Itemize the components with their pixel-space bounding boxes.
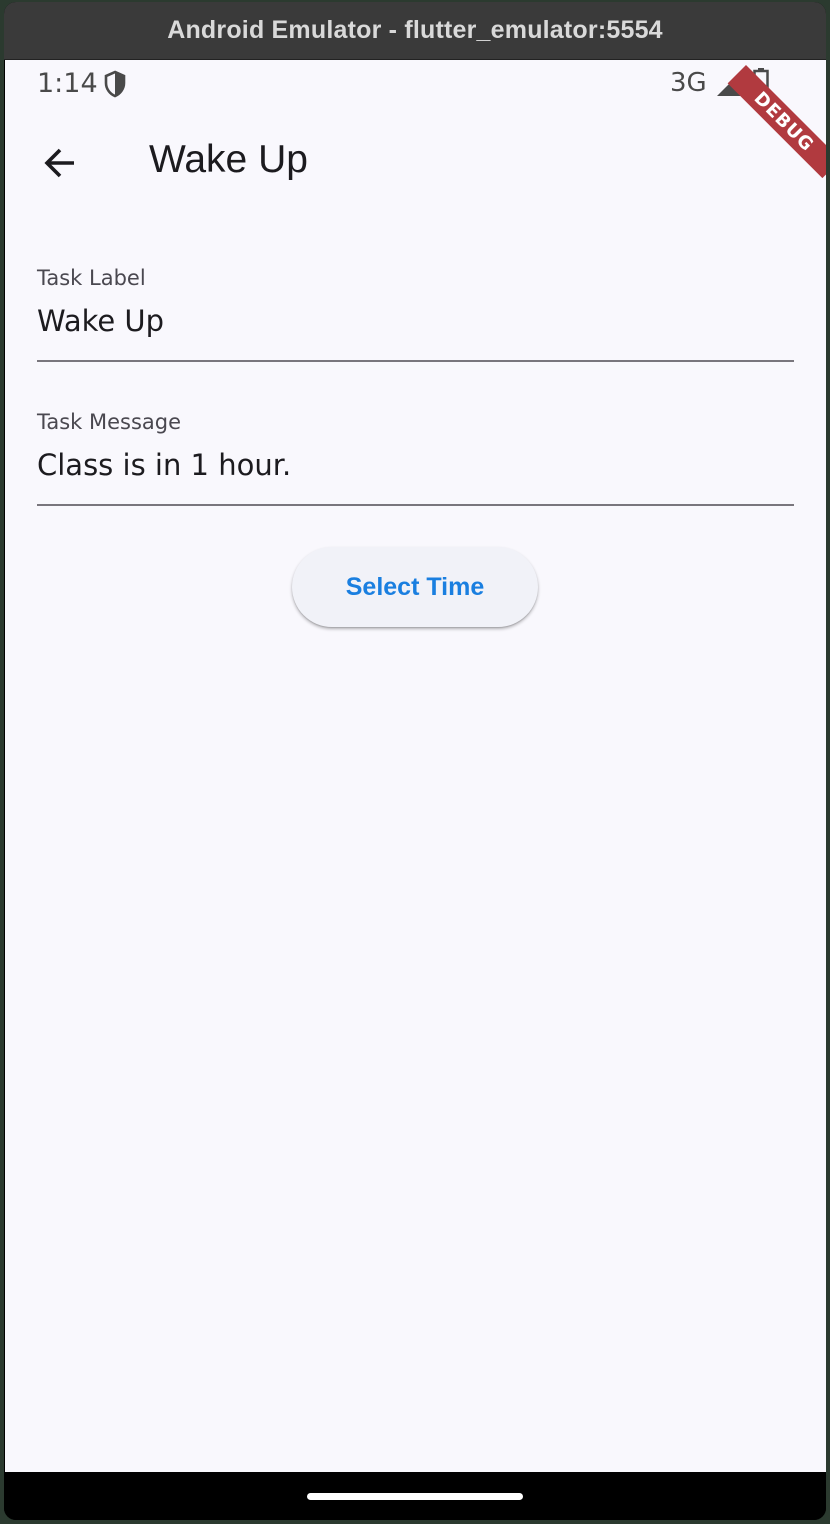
app-bar: Wake Up: [5, 106, 826, 218]
task-label-underline: [37, 360, 794, 362]
task-message-underline: [37, 504, 794, 506]
status-time: 1:14: [37, 68, 98, 99]
task-label-input[interactable]: Wake Up: [37, 304, 794, 338]
task-label-field-label: Task Label: [37, 266, 146, 290]
system-navigation-bar: [4, 1472, 826, 1520]
page-title: Wake Up: [149, 138, 308, 181]
status-bar: 1:14 3G DEBUG: [5, 60, 826, 179]
device-screen: 1:14 3G DEBUG Wake Up Task Label Wake Up…: [5, 60, 826, 1472]
arrow-back-icon: [44, 148, 74, 178]
task-message-input[interactable]: Class is in 1 hour.: [37, 448, 794, 482]
task-message-field-label: Task Message: [37, 410, 182, 434]
window-title: Android Emulator - flutter_emulator:5554: [167, 16, 663, 44]
task-label-field[interactable]: Task Label Wake Up: [37, 256, 794, 366]
select-time-button[interactable]: Select Time: [292, 547, 538, 627]
emulator-window: Android Emulator - flutter_emulator:5554…: [4, 2, 826, 1520]
task-message-field[interactable]: Task Message Class is in 1 hour.: [37, 400, 794, 510]
window-titlebar[interactable]: Android Emulator - flutter_emulator:5554: [4, 2, 826, 60]
shield-icon: [104, 70, 126, 98]
network-type: 3G: [670, 68, 707, 98]
back-button[interactable]: [29, 132, 91, 194]
select-time-label: Select Time: [345, 572, 485, 601]
home-indicator[interactable]: [307, 1493, 523, 1500]
